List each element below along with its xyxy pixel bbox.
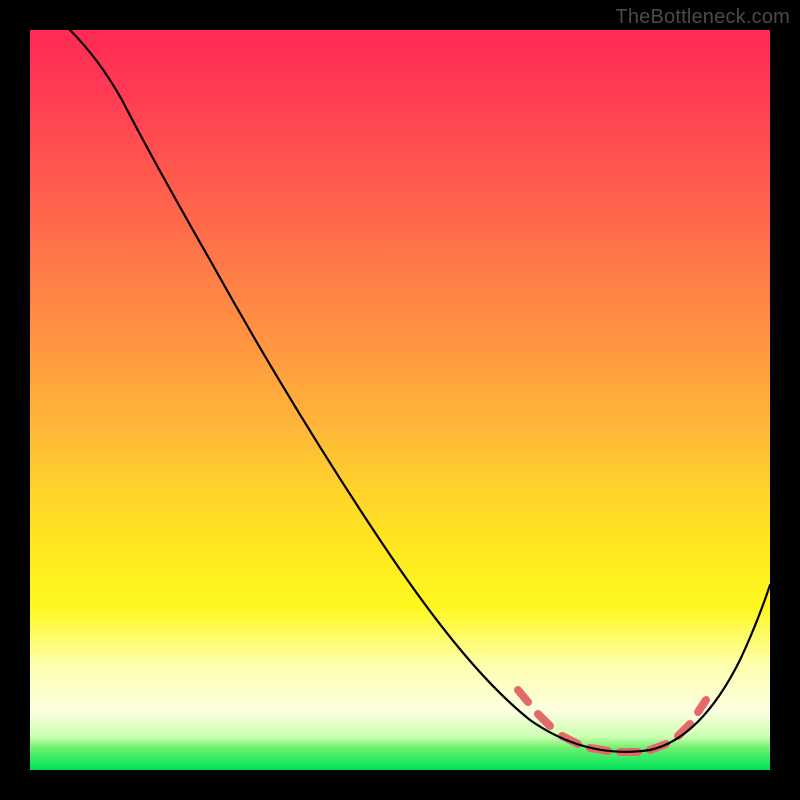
chart-frame: TheBottleneck.com (0, 0, 800, 800)
bottleneck-curve-line (70, 30, 770, 752)
optimal-range-highlight (518, 690, 706, 752)
plot-area (30, 30, 770, 770)
bottleneck-curve-svg (30, 30, 770, 770)
watermark-text: TheBottleneck.com (615, 6, 790, 29)
